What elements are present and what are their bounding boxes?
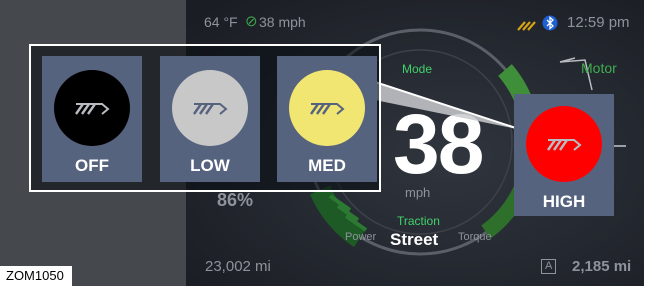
- heated-seat-icon: [310, 103, 345, 115]
- heat-mode-low-button[interactable]: LOW: [160, 56, 260, 182]
- heat-mode-high-label: HIGH: [542, 192, 586, 211]
- heat-mode-high-button[interactable]: HIGH: [514, 94, 614, 216]
- heat-mode-med-label: MED: [308, 156, 346, 175]
- figure-caption: ZOM1050: [0, 266, 72, 286]
- figure: 64 °F ⊘ 38 mph 12:59 pm Mode 38 mph Trac…: [0, 0, 651, 286]
- heat-mode-med-button[interactable]: MED: [277, 56, 377, 182]
- heated-seat-icon: [75, 103, 110, 115]
- heated-seat-icon: [193, 103, 228, 115]
- heat-mode-low-label: LOW: [190, 156, 230, 175]
- heat-mode-off-button[interactable]: OFF: [42, 56, 142, 182]
- heat-mode-off-label: OFF: [75, 156, 109, 175]
- heated-seat-icon: [547, 139, 582, 151]
